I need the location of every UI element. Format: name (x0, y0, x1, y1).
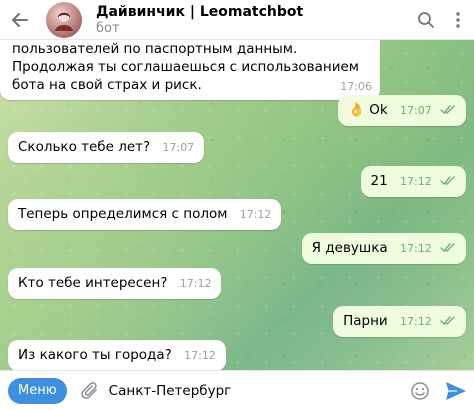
message-composer: Меню (0, 370, 474, 410)
menu-button-label: Меню (18, 383, 57, 398)
emoji-icon (411, 381, 429, 400)
back-button[interactable] (0, 0, 40, 40)
message-outgoing[interactable]: Парни 17:12 (333, 306, 466, 337)
message-text: Кто тебе интересен? (18, 275, 168, 291)
message-text: пользователей по паспортным данным. Прод… (12, 41, 359, 93)
attach-icon (80, 381, 97, 399)
message-time: 17:12 (184, 349, 216, 362)
double-check-icon (440, 176, 455, 185)
header-actions (410, 0, 474, 40)
message-time: 17:12 (239, 208, 272, 221)
double-check-icon (440, 316, 455, 325)
message-outgoing[interactable]: Я девушка 17:12 (301, 233, 466, 264)
attach-button[interactable] (75, 371, 105, 410)
search-icon (418, 11, 434, 28)
back-arrow-icon (12, 12, 28, 27)
chat-title: Дайвинчик | Leomatchbot (96, 3, 304, 20)
message-outgoing[interactable]: 👌 Ok 17:07 (338, 95, 466, 126)
menu-button[interactable]: Меню (8, 377, 67, 404)
message-text: Сколько тебе лет? (18, 139, 151, 155)
message-incoming[interactable]: Кто тебе интересен? 17:12 (8, 268, 222, 299)
message-input[interactable] (108, 375, 402, 406)
avatar[interactable] (46, 1, 82, 38)
message-time: 17:12 (400, 242, 432, 255)
avatar-portrait (55, 11, 73, 31)
double-check-icon (440, 105, 455, 114)
more-button[interactable] (442, 0, 474, 40)
message-incoming[interactable]: пользователей по паспортным данным. Прод… (0, 40, 380, 100)
message-incoming[interactable]: Из какого ты города? 17:12 (8, 340, 226, 370)
message-text: 👌 Ok (348, 102, 388, 118)
message-time: 17:07 (400, 104, 432, 117)
chat-info[interactable]: Дайвинчик | Leomatchbot бот (96, 3, 303, 37)
message-time: 17:07 (162, 141, 195, 154)
search-button[interactable] (410, 0, 442, 40)
send-icon (446, 381, 466, 400)
message-time: 17:12 (179, 277, 212, 290)
more-vert-icon (456, 11, 460, 28)
message-list[interactable]: пользователей по паспортным данным. Прод… (0, 40, 474, 370)
message-text: Из какого ты города? (18, 347, 172, 363)
double-check-icon (440, 243, 455, 252)
message-text: Парни (343, 313, 388, 329)
message-time: 17:12 (400, 315, 432, 328)
send-button[interactable] (438, 371, 474, 410)
message-time: 17:12 (400, 175, 432, 188)
chat-header: Дайвинчик | Leomatchbot бот (0, 0, 474, 40)
message-incoming[interactable]: Сколько тебе лет? 17:07 (8, 132, 205, 163)
message-text: 21 (370, 173, 388, 189)
message-text: Теперь определимся с полом (18, 206, 228, 222)
message-text: Я девушка (311, 240, 388, 256)
chat-subtitle: бот (96, 20, 120, 36)
message-time: 17:06 (340, 80, 372, 93)
message-incoming[interactable]: Теперь определимся с полом 17:12 (8, 199, 282, 230)
emoji-button[interactable] (402, 371, 438, 410)
message-outgoing[interactable]: 21 17:12 (360, 166, 466, 197)
